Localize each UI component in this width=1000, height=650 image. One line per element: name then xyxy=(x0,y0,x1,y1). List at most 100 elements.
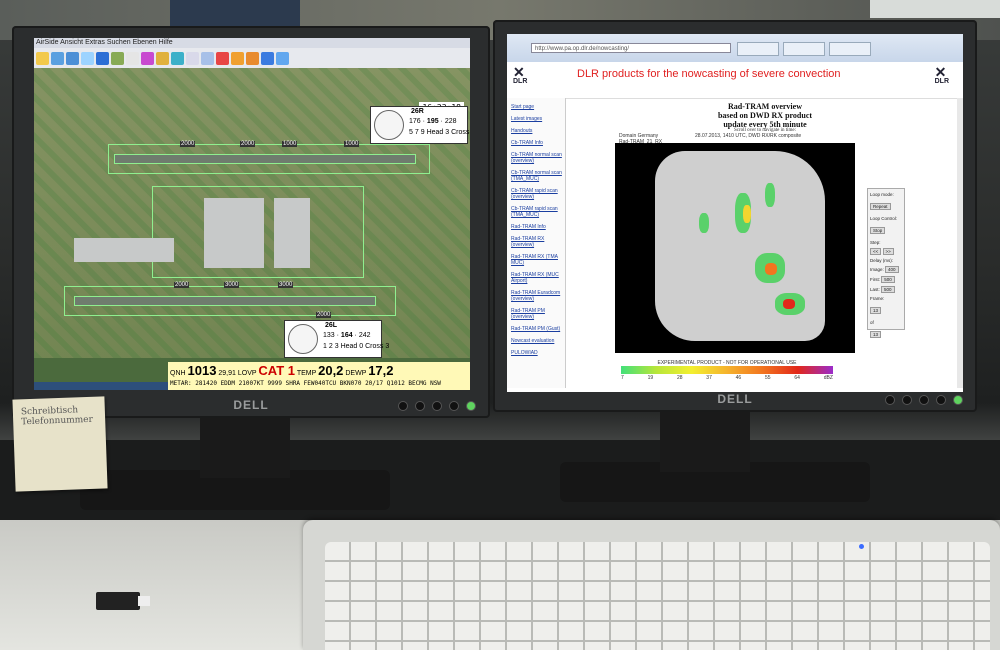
menu-extras[interactable]: Extras xyxy=(85,39,105,46)
wind-speeds: 5 7 9 Head 3 Cross 7 xyxy=(409,129,470,136)
stop-button[interactable]: Stop xyxy=(870,227,886,234)
snow-tool-icon[interactable] xyxy=(201,51,214,65)
distance-label: 2000 xyxy=(316,312,332,318)
speed-max: 9 xyxy=(420,129,425,136)
layer-tool-icon[interactable] xyxy=(66,51,79,65)
menu-suchen[interactable]: Suchen xyxy=(107,39,131,46)
nav-link[interactable]: Cb-TRAM rapid scan (TMA_MUC) xyxy=(511,206,563,218)
nav-link[interactable]: Rad-TRAM RX (MUC Airport) xyxy=(511,272,563,284)
nav-link[interactable]: PULOWIAD xyxy=(511,350,563,356)
precip-cell xyxy=(783,299,795,309)
nav-link[interactable]: Latest images xyxy=(511,116,563,122)
power-button[interactable] xyxy=(953,395,963,405)
usb-stick[interactable] xyxy=(96,592,150,610)
radar-tool-icon[interactable] xyxy=(96,51,109,65)
nav-link[interactable]: Rad-TRAM PM (Gust) xyxy=(511,326,563,332)
first-delay-label: First: xyxy=(870,277,880,282)
nav-link[interactable]: Cb-TRAM normal scan (TMA_MUC) xyxy=(511,170,563,182)
monitor-button[interactable] xyxy=(398,401,408,411)
browser-screen: http://www.pa.op.dlr.de/nowcasting/ ✕ DLR… xyxy=(507,34,963,392)
airside-toolbar xyxy=(34,48,470,68)
keyboard[interactable] xyxy=(303,520,1000,650)
page-title: DLR products for the nowcasting of sever… xyxy=(577,68,841,80)
browser-toolbar: http://www.pa.op.dlr.de/nowcasting/ xyxy=(507,34,963,62)
nav-link[interactable]: Rad-TRAM RX (TMA MUC) xyxy=(511,254,563,266)
radar-image[interactable]: Domain Germany 28.07.2013, 1410 UTC, DWD… xyxy=(615,133,855,353)
menu-airside[interactable]: AirSide xyxy=(36,39,59,46)
nav-link[interactable]: Rad-TRAM PM (overview) xyxy=(511,308,563,320)
loop-mode-select[interactable]: Repeat xyxy=(870,203,891,210)
wind-tool-icon[interactable] xyxy=(171,51,184,65)
nav-link[interactable]: Handouts xyxy=(511,128,563,134)
measure-tool-icon[interactable] xyxy=(186,51,199,65)
monitor-button[interactable] xyxy=(885,395,895,405)
menu-hilfe[interactable]: Hilfe xyxy=(159,39,173,46)
clear-tool-icon[interactable] xyxy=(216,51,229,65)
weather-bar: QNH 1013 29,91 LOVP CAT 1 TEMP 20,2 DEWP… xyxy=(168,362,470,390)
browser-tab[interactable] xyxy=(783,42,825,56)
nav-link[interactable]: Start page xyxy=(511,104,563,110)
page-scrollbar[interactable] xyxy=(957,98,963,388)
airport-map[interactable]: 16:23:18 2000 2000 1000 1000 2000 3000 3… xyxy=(34,68,470,358)
zoom-tool-icon[interactable] xyxy=(276,51,289,65)
wind-panel-26l[interactable]: 26L 133 · 164 · 242 1 2 3 Head 0 Cross 3 xyxy=(284,320,389,358)
monitor-button[interactable] xyxy=(449,401,459,411)
cloud-tool-icon[interactable] xyxy=(81,51,94,65)
map-tool-icon[interactable] xyxy=(111,51,124,65)
browser-tab[interactable] xyxy=(737,42,779,56)
airside-menubar: AirSide Ansicht Extras Suchen Ebenen Hil… xyxy=(34,38,470,48)
wind-directions: 133 · 164 · 242 xyxy=(323,332,371,339)
sun-tool-icon[interactable] xyxy=(156,51,169,65)
nav-link[interactable]: Nowcast evaluation xyxy=(511,338,563,344)
precip-cell xyxy=(765,183,775,207)
pointer-tool-icon[interactable] xyxy=(36,51,49,65)
monitor-button[interactable] xyxy=(415,401,425,411)
nav-link[interactable]: Cb-TRAM rapid scan (overview) xyxy=(511,188,563,200)
nav-link[interactable]: Rad-TRAM Euradcom (overview) xyxy=(511,290,563,302)
menu-ebenen[interactable]: Ebenen xyxy=(133,39,157,46)
last-delay-input[interactable]: 500 xyxy=(881,286,895,293)
grid-tool-icon[interactable] xyxy=(126,51,139,65)
left-monitor: AirSide Ansicht Extras Suchen Ebenen Hil… xyxy=(12,26,490,418)
wind-min: 133 xyxy=(323,332,335,339)
precip-cell xyxy=(765,263,777,275)
delay-label: Delay (ms): xyxy=(870,258,894,263)
hazard-tool-icon[interactable] xyxy=(246,51,259,65)
monitor-button[interactable] xyxy=(902,395,912,405)
wind-mean: 164 xyxy=(340,332,353,339)
nav-link[interactable]: Cb-TRAM Info xyxy=(511,140,563,146)
distance-label: 3000 xyxy=(224,282,240,288)
head-value: 0 xyxy=(359,343,364,350)
step-back-button[interactable]: << xyxy=(870,248,882,255)
windows-taskbar[interactable] xyxy=(34,382,168,390)
keyboard-keys[interactable] xyxy=(325,542,990,650)
address-bar[interactable]: http://www.pa.op.dlr.de/nowcasting/ xyxy=(531,43,731,53)
power-button[interactable] xyxy=(466,401,476,411)
warning-tool-icon[interactable] xyxy=(231,51,244,65)
nav-link[interactable]: Cb-TRAM normal scan (overview) xyxy=(511,152,563,164)
first-delay-input[interactable]: 500 xyxy=(881,276,895,283)
main-content: Rad-TRAM overview based on DWD RX produc… xyxy=(567,98,963,392)
wind-panel-26r[interactable]: 26R 176 · 195 · 228 5 7 9 Head 3 Cross 7 xyxy=(370,106,470,144)
browser-tab[interactable] xyxy=(829,42,871,56)
monitor-button[interactable] xyxy=(432,401,442,411)
nav-link[interactable]: Rad-TRAM RX (overview) xyxy=(511,236,563,248)
image-delay-input[interactable]: 400 xyxy=(885,266,899,273)
temp-value: 20,2 xyxy=(318,363,344,378)
monitor-button[interactable] xyxy=(936,395,946,405)
terminal-2 xyxy=(274,198,310,268)
taxiway-north xyxy=(108,144,430,174)
colorbar xyxy=(621,366,833,374)
wind-mean: 195 xyxy=(426,118,439,125)
colorbar-ticks: 7 19 28 37 46 55 64 dBZ xyxy=(621,375,833,381)
colorbar-tick: 64 xyxy=(794,375,800,381)
weather-tool-icon[interactable] xyxy=(141,51,154,65)
nav-link[interactable]: Rad-TRAM Info xyxy=(511,224,563,230)
globe-tool-icon[interactable] xyxy=(51,51,64,65)
aircraft-tool-icon[interactable] xyxy=(261,51,274,65)
monitor-button[interactable] xyxy=(919,395,929,405)
menu-ansicht[interactable]: Ansicht xyxy=(60,39,83,46)
step-forward-button[interactable]: >> xyxy=(882,248,894,255)
frame-input[interactable]: 13 xyxy=(870,307,882,314)
speed-max: 3 xyxy=(334,343,339,350)
